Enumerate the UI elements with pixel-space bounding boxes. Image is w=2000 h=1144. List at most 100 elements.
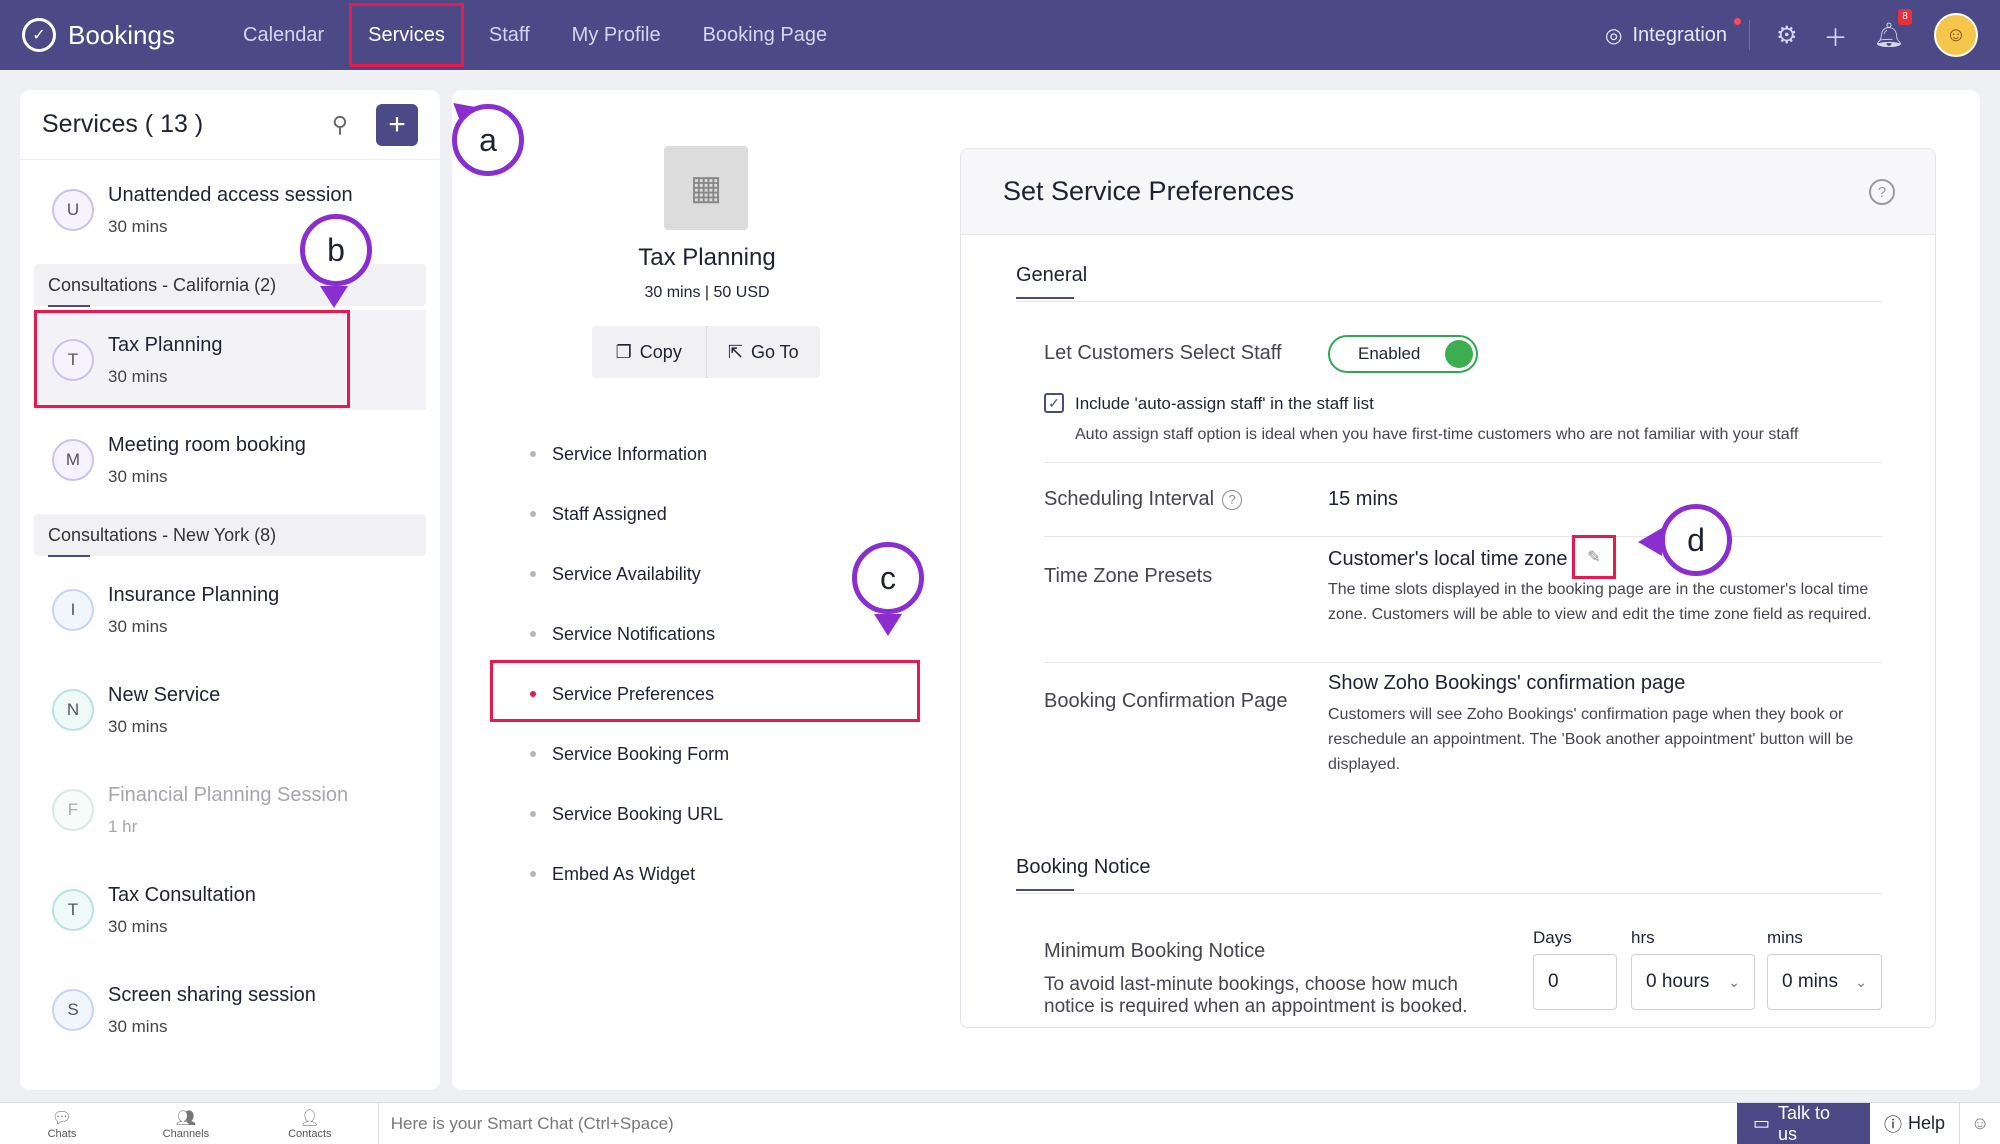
- bullet: [530, 811, 536, 817]
- min-notice-label: Minimum Booking Notice: [1044, 940, 1266, 962]
- service-title: Tax Planning: [638, 244, 776, 271]
- section-booking-notice: Booking Notice: [1016, 856, 1151, 891]
- integration-button[interactable]: ◎ Integration: [1605, 18, 1751, 50]
- chevron-down-icon: ⌄: [1728, 973, 1740, 990]
- service-item-financial-planning[interactable]: F Financial Planning Session 1 hr: [20, 760, 440, 860]
- chats-label: Chats: [47, 1127, 77, 1140]
- smart-chat-input[interactable]: Here is your Smart Chat (Ctrl+Space): [377, 1102, 1737, 1144]
- goto-button[interactable]: ⇱ Go To: [705, 326, 821, 378]
- copy-button[interactable]: ❐ Copy: [592, 326, 706, 378]
- service-item-screen-sharing[interactable]: S Screen sharing session 30 mins: [20, 960, 440, 1060]
- menu-embed-as-widget[interactable]: Embed As Widget: [530, 844, 729, 904]
- minutes-value: 0 mins: [1782, 971, 1838, 992]
- select-staff-toggle[interactable]: Enabled: [1328, 335, 1478, 373]
- chats-tab[interactable]: 💬︎ Chats: [0, 1108, 124, 1140]
- group-header-california[interactable]: Consultations - California (2): [34, 264, 426, 307]
- active-menu-highlight: [490, 660, 920, 722]
- settings-gear-icon[interactable]: ⚙: [1776, 21, 1798, 50]
- bullet: [530, 451, 536, 457]
- divider: [1016, 301, 1882, 302]
- menu-service-booking-form[interactable]: Service Booking Form: [530, 724, 729, 784]
- group-header-new-york[interactable]: Consultations - New York (8): [34, 514, 426, 557]
- user-avatar[interactable]: ☺: [1934, 13, 1978, 57]
- menu-service-availability[interactable]: Service Availability: [530, 544, 729, 604]
- callout-c: c: [852, 542, 924, 614]
- brand[interactable]: ✓ Bookings: [22, 18, 222, 52]
- auto-assign-checkbox[interactable]: ✓: [1044, 393, 1064, 413]
- menu-staff-assigned[interactable]: Staff Assigned: [530, 484, 729, 544]
- help-question-icon[interactable]: ?: [1869, 179, 1895, 205]
- menu-label: Embed As Widget: [552, 863, 696, 884]
- chat-bubble-icon: 💬︎: [51, 1109, 73, 1127]
- days-label: Days: [1533, 928, 1572, 947]
- bullet: [530, 751, 536, 757]
- chevron-down-icon: ⌄: [1855, 973, 1867, 990]
- service-duration: 30 mins: [108, 916, 168, 936]
- nav-booking-page[interactable]: Booking Page: [682, 0, 849, 70]
- bullet: [530, 631, 536, 637]
- menu-label: Service Availability: [552, 563, 701, 584]
- auto-assign-label: Include 'auto-assign staff' in the staff…: [1075, 394, 1374, 413]
- divider: [1016, 893, 1882, 894]
- service-avatar: I: [52, 589, 94, 631]
- days-input[interactable]: 0: [1533, 954, 1617, 1010]
- hrs-label: hrs: [1631, 928, 1655, 947]
- help-label: Help: [1908, 1113, 1946, 1133]
- minutes-select[interactable]: 0 mins ⌄: [1767, 954, 1882, 1010]
- menu-service-booking-url[interactable]: Service Booking URL: [530, 784, 729, 844]
- contacts-tab[interactable]: 👤︎ Contacts: [248, 1108, 372, 1140]
- service-item-tax-consultation[interactable]: T Tax Consultation 30 mins: [20, 860, 440, 960]
- copy-icon: ❐: [615, 341, 632, 362]
- days-value: 0: [1548, 971, 1559, 992]
- integration-dot: [1734, 18, 1742, 25]
- service-item-unattended[interactable]: U Unattended access session 30 mins: [20, 160, 440, 260]
- nav-calendar[interactable]: Calendar: [222, 0, 345, 70]
- group-icon: 👥︎: [175, 1109, 197, 1127]
- service-item-insurance-planning[interactable]: I Insurance Planning 30 mins: [20, 560, 440, 660]
- menu-label: Service Information: [552, 443, 708, 464]
- timezone-edit-button[interactable]: ✎: [1572, 535, 1616, 579]
- scheduling-interval-label: Scheduling Interval?: [1044, 488, 1243, 511]
- service-actions: ❐ Copy ⇱ Go To: [592, 326, 820, 378]
- interval-label-text: Scheduling Interval: [1044, 488, 1215, 510]
- nav-my-profile[interactable]: My Profile: [551, 0, 682, 70]
- search-icon[interactable]: ⚲: [332, 112, 348, 138]
- contacts-label: Contacts: [288, 1127, 332, 1140]
- feedback-icon[interactable]: ☺: [1960, 1113, 2000, 1134]
- interval-help-icon[interactable]: ?: [1222, 489, 1243, 510]
- selected-highlight: [34, 310, 350, 408]
- help-button[interactable]: ⓘ Help: [1870, 1102, 1961, 1144]
- service-name: New Service: [108, 683, 221, 706]
- callout-b-pointer: [320, 286, 348, 308]
- add-plus-icon[interactable]: ＋: [1824, 18, 1848, 53]
- confirmation-page-label: Booking Confirmation Page: [1044, 690, 1288, 712]
- nav-services[interactable]: Services: [349, 3, 464, 67]
- service-item-meeting-room[interactable]: M Meeting room booking 30 mins: [20, 410, 440, 510]
- bullet: [530, 571, 536, 577]
- hours-value: 0 hours: [1646, 971, 1710, 992]
- toggle-knob: [1445, 340, 1473, 368]
- menu-service-information[interactable]: Service Information: [530, 424, 729, 484]
- service-meta: 30 mins | 50 USD: [644, 284, 770, 301]
- chat-icon: ▭: [1753, 1113, 1771, 1133]
- bottom-bar: 💬︎ Chats 👥︎ Channels 👤︎ Contacts Here is yo…: [0, 1102, 2000, 1144]
- select-staff-label: Let Customers Select Staff: [1044, 342, 1282, 364]
- service-name: Insurance Planning: [108, 583, 280, 606]
- service-avatar: S: [52, 989, 94, 1031]
- service-item-new-service[interactable]: N New Service 30 mins: [20, 660, 440, 760]
- service-item-tax-planning[interactable]: T Tax Planning 30 mins: [34, 310, 426, 410]
- brand-name: Bookings: [68, 19, 175, 50]
- service-image-placeholder-icon[interactable]: ▦: [664, 146, 748, 230]
- section-general: General: [1016, 264, 1088, 299]
- notification-bell-icon[interactable]: 🔔︎ 8: [1874, 8, 1912, 50]
- service-duration: 1 hr: [108, 816, 138, 836]
- confirmation-page-value[interactable]: Show Zoho Bookings' confirmation page: [1328, 672, 1685, 695]
- add-service-button[interactable]: +: [376, 103, 418, 146]
- scheduling-interval-value[interactable]: 15 mins: [1328, 488, 1398, 511]
- menu-service-notifications[interactable]: Service Notifications: [530, 604, 729, 664]
- talk-to-us-button[interactable]: ▭ Talk to us: [1737, 1102, 1870, 1144]
- integration-label: Integration: [1632, 23, 1728, 46]
- channels-tab[interactable]: 👥︎ Channels: [124, 1108, 248, 1140]
- nav-staff[interactable]: Staff: [468, 0, 551, 70]
- hours-select[interactable]: 0 hours ⌄: [1631, 954, 1755, 1010]
